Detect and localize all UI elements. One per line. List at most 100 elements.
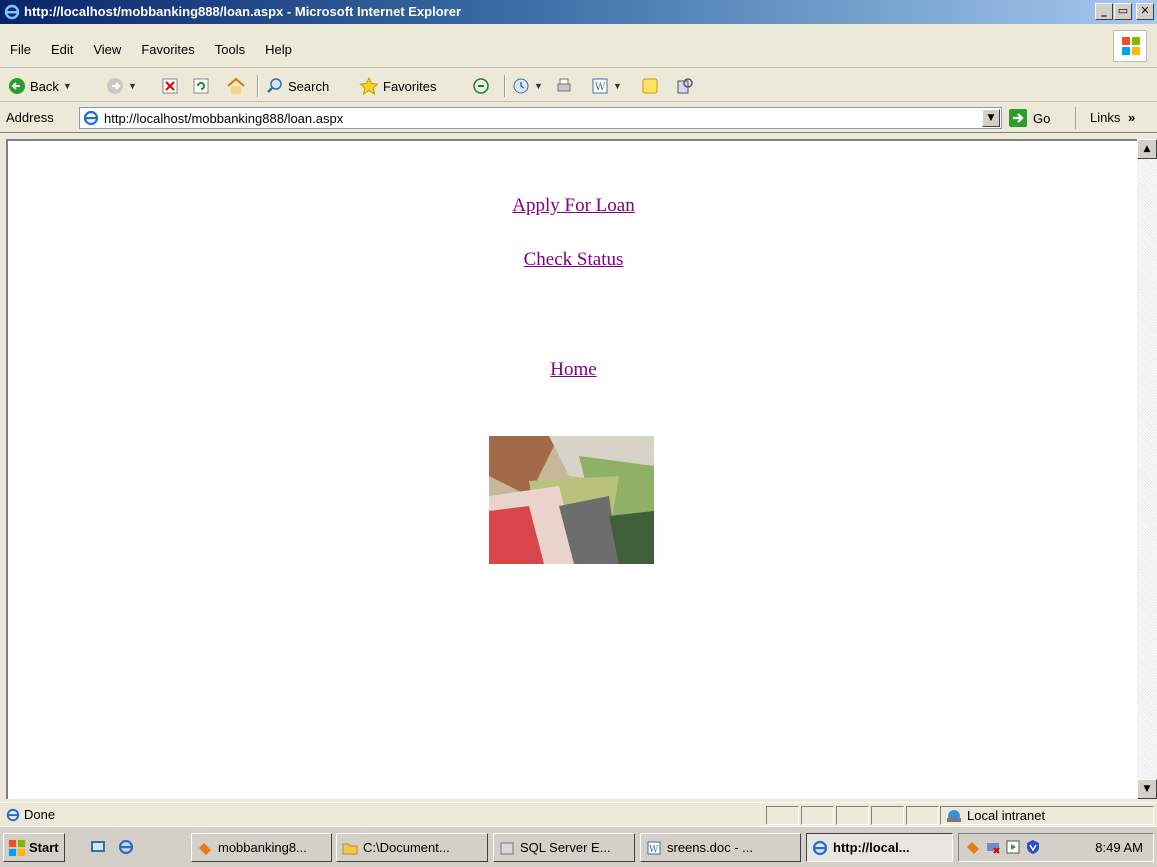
go-label: Go xyxy=(1033,110,1051,126)
search-button[interactable]: Search xyxy=(266,75,329,97)
ie-task-icon xyxy=(812,840,828,855)
research-button[interactable] xyxy=(676,75,694,97)
menu-tools[interactable]: Tools xyxy=(215,42,245,57)
chevron-right-icon: » xyxy=(1127,110,1136,125)
favorites-label: Favorites xyxy=(383,78,437,94)
task-mobbanking[interactable]: mobbanking8... xyxy=(191,833,332,862)
show-desktop-icon[interactable] xyxy=(90,839,106,855)
task-label: sreens.doc - ... xyxy=(667,840,753,855)
forward-arrow-icon xyxy=(107,78,123,94)
minimize-button[interactable]: _ xyxy=(1095,3,1113,20)
edit-dropdown-icon[interactable]: ▼ xyxy=(613,81,622,91)
print-button[interactable] xyxy=(555,75,573,97)
go-arrow-icon xyxy=(1009,109,1027,127)
refresh-button[interactable] xyxy=(193,75,209,97)
address-dropdown-icon[interactable]: ▼ xyxy=(982,109,1000,127)
forward-button[interactable]: ▼ xyxy=(106,75,137,97)
clock: 8:49 AM xyxy=(1095,840,1143,855)
status-panel xyxy=(836,806,869,825)
vertical-scrollbar[interactable]: ▲ ▼ xyxy=(1137,139,1157,799)
antivirus-shield-icon[interactable] xyxy=(1025,839,1041,855)
note-icon xyxy=(642,78,658,94)
page-icon xyxy=(83,110,99,129)
zone-text: Local intranet xyxy=(967,808,1046,823)
start-button[interactable]: start xyxy=(3,833,65,862)
discuss-button[interactable] xyxy=(641,75,659,97)
network-error-icon[interactable] xyxy=(985,839,1001,855)
toolbar-separator xyxy=(257,75,259,97)
toolbar-separator xyxy=(504,75,506,97)
sql-agent-icon[interactable] xyxy=(1005,839,1021,855)
menu-favorites[interactable]: Favorites xyxy=(141,42,194,57)
intranet-icon xyxy=(947,809,961,822)
apply-for-loan-link[interactable]: Apply For Loan xyxy=(8,195,1139,217)
printer-icon xyxy=(557,78,571,92)
status-text: Done xyxy=(24,807,56,822)
history-icon xyxy=(513,78,529,94)
status-done: Done xyxy=(6,807,55,822)
status-panel xyxy=(871,806,904,825)
svg-text:W: W xyxy=(649,845,659,855)
star-icon xyxy=(359,77,379,95)
address-url[interactable]: http://localhost/mobbanking888/loan.aspx xyxy=(104,111,343,126)
media-button[interactable] xyxy=(472,75,490,97)
browser-window: http://localhost/mobbanking888/loan.aspx… xyxy=(0,0,1157,867)
start-label: start xyxy=(29,840,59,855)
go-button[interactable]: Go xyxy=(1008,108,1050,128)
scroll-up-icon[interactable]: ▲ xyxy=(1137,139,1157,159)
title-bar[interactable]: http://localhost/mobbanking888/loan.aspx… xyxy=(0,0,1157,24)
back-arrow-icon xyxy=(9,78,25,94)
media-icon xyxy=(473,78,489,94)
back-dropdown-icon[interactable]: ▼ xyxy=(63,81,72,91)
system-tray: 8:49 AM xyxy=(958,833,1154,862)
task-label: http://local... xyxy=(833,840,910,855)
taskbar: start mobbanking8... C:\Document... SQL … xyxy=(0,826,1157,867)
forward-dropdown-icon[interactable]: ▼ xyxy=(128,81,137,91)
history-dropdown-icon[interactable]: ▼ xyxy=(534,81,543,91)
ie-logo-icon xyxy=(4,4,20,20)
research-icon xyxy=(677,78,693,94)
ie-page-icon xyxy=(6,808,20,821)
word-icon: W xyxy=(592,78,608,94)
search-label: Search xyxy=(288,78,330,94)
home-button[interactable] xyxy=(226,75,246,97)
stop-icon xyxy=(162,78,178,94)
task-label: mobbanking8... xyxy=(218,840,307,855)
vs-tray-icon[interactable] xyxy=(965,839,981,855)
word-doc-icon: W xyxy=(647,841,661,855)
menu-view[interactable]: View xyxy=(93,42,121,57)
back-label: Back xyxy=(30,78,59,94)
status-bar: Done Local intranet xyxy=(0,802,1157,826)
windows-flag-icon xyxy=(8,839,26,856)
address-input[interactable]: http://localhost/mobbanking888/loan.aspx… xyxy=(79,107,1002,129)
task-label: C:\Document... xyxy=(363,840,450,855)
home-link[interactable]: Home xyxy=(8,359,1139,381)
menu-edit[interactable]: Edit xyxy=(51,42,73,57)
window-title: http://localhost/mobbanking888/loan.aspx… xyxy=(24,4,462,19)
scroll-down-icon[interactable]: ▼ xyxy=(1137,779,1157,799)
check-status-link[interactable]: Check Status xyxy=(8,249,1139,271)
close-button[interactable]: ✕ xyxy=(1136,3,1154,20)
page-content: Apply For Loan Check Status Home xyxy=(6,139,1137,799)
history-button[interactable]: ▼ xyxy=(512,75,543,97)
stop-button[interactable] xyxy=(162,75,178,97)
search-icon xyxy=(267,78,282,93)
task-internet-explorer[interactable]: http://local... xyxy=(806,833,953,862)
menu-bar: File Edit View Favorites Tools Help xyxy=(0,24,1157,68)
ie-quick-launch-icon[interactable] xyxy=(118,839,134,855)
svg-text:W: W xyxy=(595,82,606,93)
maximize-button[interactable]: ▭ xyxy=(1114,3,1132,20)
sql-server-icon xyxy=(500,842,514,854)
menu-file[interactable]: File xyxy=(10,42,31,57)
edit-button[interactable]: W ▼ xyxy=(591,75,622,97)
folder-icon xyxy=(342,843,358,854)
links-button[interactable]: Links » xyxy=(1075,107,1155,129)
task-sql-server[interactable]: SQL Server E... xyxy=(493,833,635,862)
favorites-button[interactable]: Favorites xyxy=(359,75,436,97)
menu-help[interactable]: Help xyxy=(265,42,292,57)
task-sreens-doc[interactable]: W sreens.doc - ... xyxy=(640,833,801,862)
task-documents-folder[interactable]: C:\Document... xyxy=(336,833,488,862)
status-panel xyxy=(906,806,939,825)
task-label: SQL Server E... xyxy=(520,840,611,855)
back-button[interactable]: Back ▼ xyxy=(8,75,72,97)
